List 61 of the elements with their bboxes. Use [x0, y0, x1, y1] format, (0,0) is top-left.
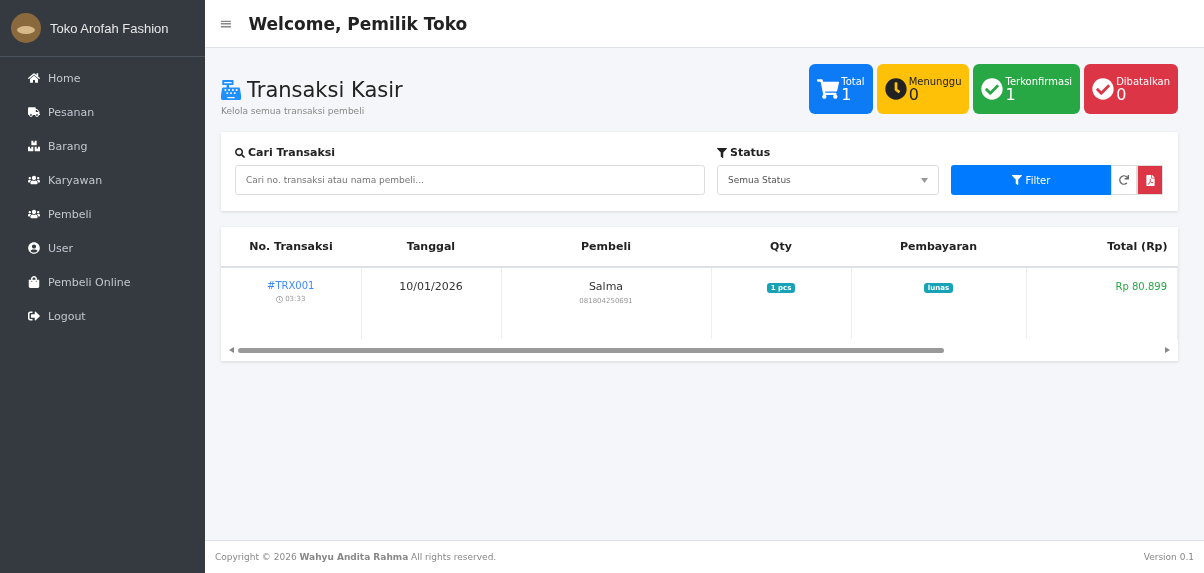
status-label: Status — [717, 146, 939, 159]
page-title: Transaksi Kasir — [247, 78, 403, 102]
user-icon — [28, 242, 40, 254]
sidebar-item[interactable]: Pembeli Online — [0, 265, 205, 299]
column-header: Qty — [711, 227, 851, 267]
stat-label: Total — [841, 75, 865, 87]
header-title: Welcome, Pemilik Toko — [248, 13, 468, 34]
stat-label: Menunggu — [908, 75, 962, 87]
refresh-icon — [1119, 175, 1129, 185]
clock-icon — [276, 295, 284, 303]
search-label: Cari Transaksi — [235, 146, 705, 159]
sidebar-item[interactable]: Barang — [0, 129, 205, 163]
filter-button[interactable]: Filter — [951, 165, 1111, 195]
sidebar-item[interactable]: Karyawan — [0, 163, 205, 197]
refresh-button[interactable] — [1111, 165, 1137, 195]
total-amount: Rp 80.899 — [1115, 281, 1167, 292]
cash-register-icon — [221, 80, 241, 100]
users-icon — [28, 208, 40, 220]
logo-icon — [10, 12, 42, 44]
users-icon — [28, 174, 40, 186]
column-header: Pembayaran — [851, 227, 1026, 267]
date-text: 10/01/2026 — [398, 280, 464, 293]
sidebar-item[interactable]: Home — [0, 61, 205, 95]
sidebar-item[interactable]: User — [0, 231, 205, 265]
logout-icon — [28, 310, 40, 322]
column-header: No. Transaksi — [221, 227, 361, 267]
filter-icon — [717, 147, 727, 158]
buyer-name: Salma — [587, 280, 625, 293]
pdf-icon — [1144, 174, 1156, 186]
truck-icon — [28, 106, 40, 118]
search-icon — [235, 147, 245, 158]
scroll-right-icon[interactable] — [1165, 347, 1170, 353]
boxes-icon — [28, 140, 40, 152]
home-icon — [28, 72, 40, 84]
status-dropdown[interactable]: Semua Status — [717, 165, 939, 195]
sidebar-item[interactable]: Logout — [0, 299, 205, 333]
page-subtitle: Kelola semua transaksi pembeli — [221, 106, 366, 116]
column-header: Tanggal — [361, 227, 501, 267]
pdf-button[interactable] — [1137, 165, 1163, 195]
column-header: Total (Rp) — [1026, 227, 1178, 267]
scroll-left-icon[interactable] — [229, 347, 234, 353]
filter-icon — [1011, 175, 1022, 185]
menu-icon[interactable]: ≡ — [219, 14, 233, 33]
version-text: Version 0.1 — [1143, 552, 1194, 562]
column-header: Pembeli — [501, 227, 711, 267]
stat-value: 1 — [841, 86, 852, 103]
stat-value: 0 — [1116, 86, 1127, 103]
sidebar-item[interactable]: Pesanan — [0, 95, 205, 129]
stat-label: Terkonfirmasi — [1005, 75, 1073, 87]
caret-icon — [921, 177, 928, 183]
search-field[interactable]: Cari no. transaksi atau nama pembeli... — [235, 165, 705, 195]
copyright-text: Copyright © 2026 Wahyu Andita Rahma All rights reserved. — [215, 552, 497, 562]
bag-icon — [28, 276, 40, 288]
sidebar-item[interactable]: Pembeli — [0, 197, 205, 231]
stat-label: Dibatalkan — [1116, 75, 1170, 87]
stat-value: 0 — [908, 86, 919, 103]
brand-name: Toko Arofah Fashion — [50, 20, 169, 36]
scrollbar-thumb[interactable] — [238, 347, 944, 353]
cart-icon — [817, 78, 840, 100]
clock-icon — [884, 78, 907, 100]
stat-value: 1 — [1005, 86, 1016, 103]
